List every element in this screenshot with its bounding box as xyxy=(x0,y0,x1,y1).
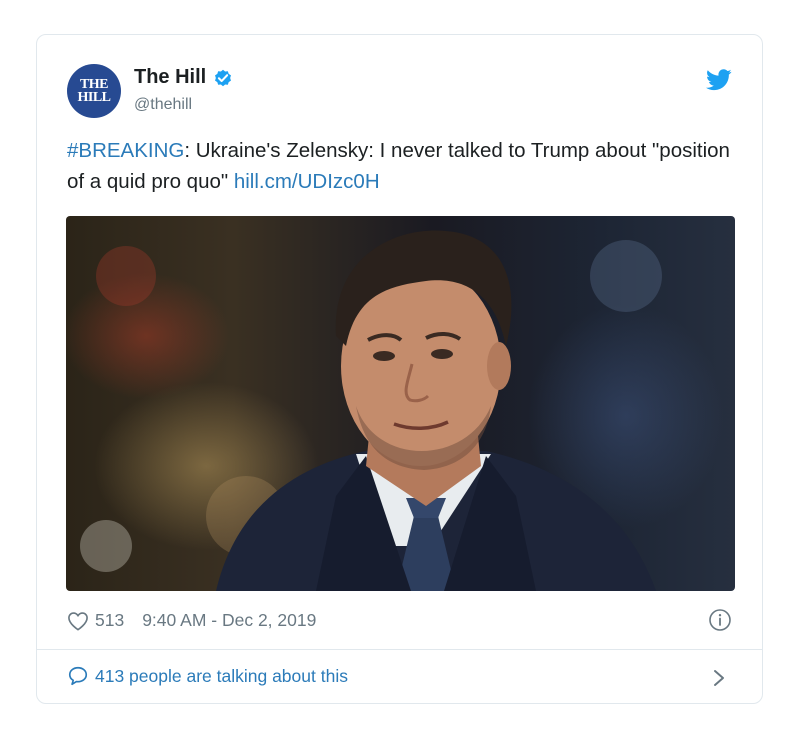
tweet-meta: 513 9:40 AM - Dec 2, 2019 xyxy=(67,610,316,631)
twitter-bird-icon[interactable] xyxy=(706,69,732,91)
author-name[interactable]: The Hill xyxy=(134,66,206,89)
avatar-logo-text: THE HILL xyxy=(77,77,111,105)
heart-icon[interactable] xyxy=(67,611,89,631)
conversation-label[interactable]: 413 people are talking about this xyxy=(95,666,348,687)
hashtag-link[interactable]: #BREAKING xyxy=(67,139,184,162)
divider xyxy=(37,649,762,650)
tweet-card: THE HILL The Hill @thehill #BREAKING: Uk… xyxy=(36,34,763,704)
like-count[interactable]: 513 xyxy=(95,610,124,631)
portrait-illustration xyxy=(80,230,662,591)
timestamp[interactable]: 9:40 AM - Dec 2, 2019 xyxy=(142,610,316,631)
verified-badge-icon xyxy=(215,69,232,86)
conversation-link[interactable]: 413 people are talking about this xyxy=(67,665,348,687)
info-icon[interactable] xyxy=(708,608,732,632)
article-link[interactable]: hill.cm/UDIzc0H xyxy=(234,170,380,193)
tweet-text: #BREAKING: Ukraine's Zelensky: I never t… xyxy=(67,135,747,197)
speech-bubble-icon xyxy=(68,666,88,686)
tweet-photo[interactable] xyxy=(66,216,735,591)
author-name-row: The Hill xyxy=(134,66,234,89)
chevron-right-icon[interactable] xyxy=(712,667,726,689)
avatar[interactable]: THE HILL xyxy=(67,64,121,118)
author-handle[interactable]: @thehill xyxy=(134,96,192,114)
